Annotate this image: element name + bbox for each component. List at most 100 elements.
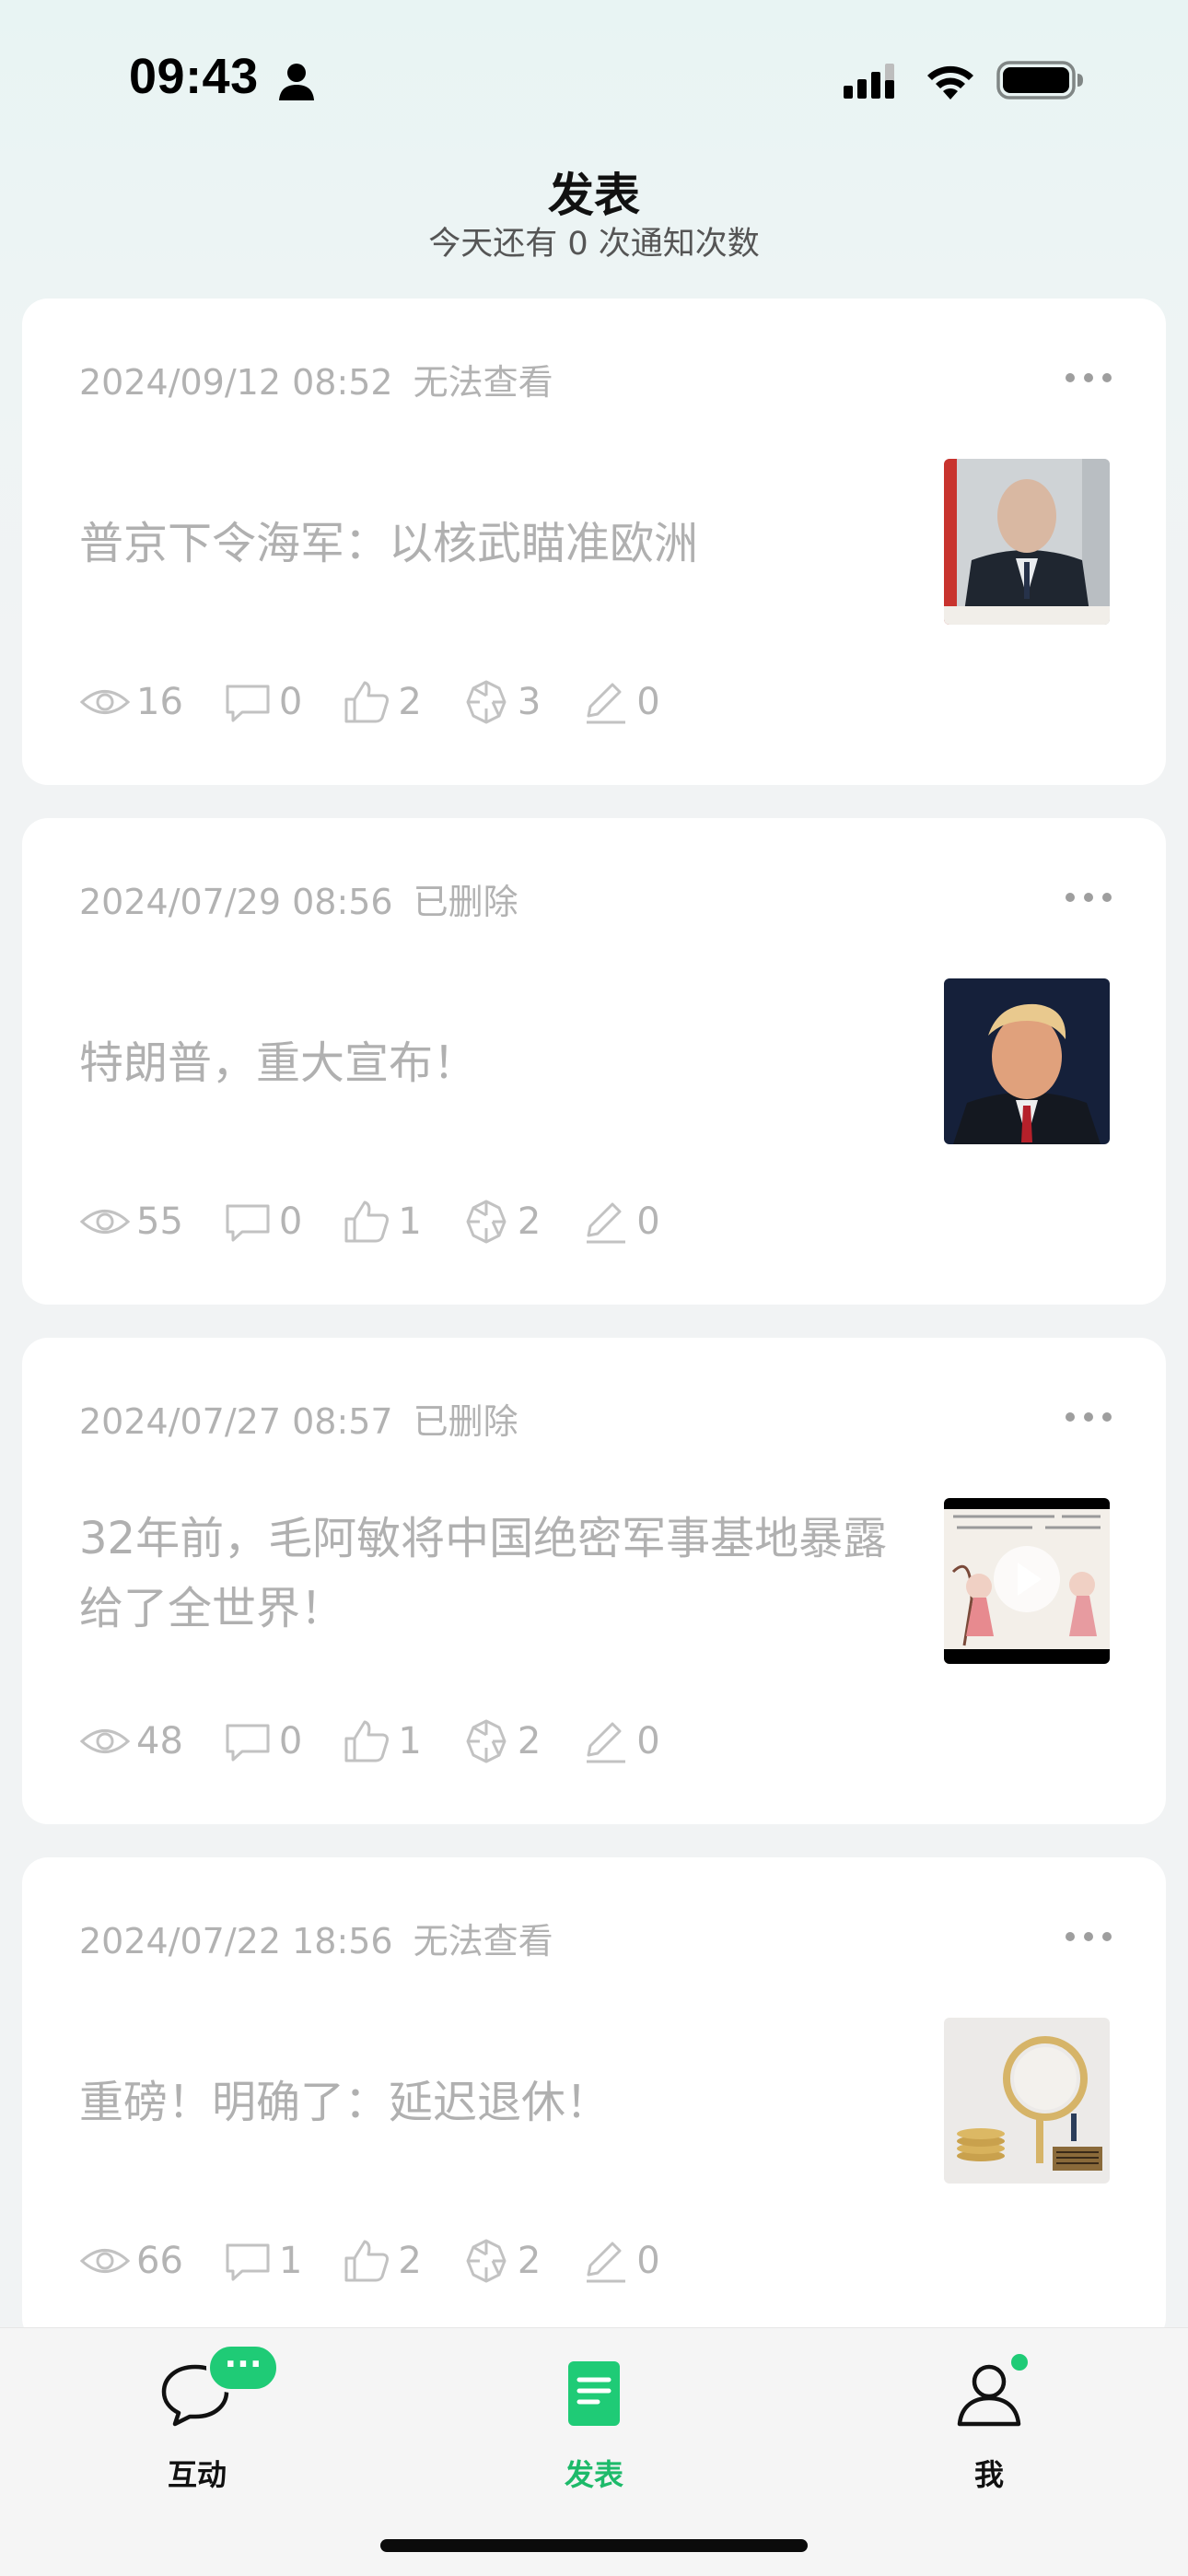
comments-stat: 0 bbox=[222, 679, 302, 725]
comment-icon bbox=[226, 1204, 270, 1242]
shares-count: 2 bbox=[517, 2240, 542, 2282]
shares-count: 2 bbox=[517, 1200, 542, 1243]
post-date: 2024/07/29 08:56 bbox=[79, 882, 393, 922]
edits-stat: 0 bbox=[579, 2238, 660, 2284]
post-title[interactable]: 特朗普，重大宣布！ bbox=[79, 1028, 890, 1098]
edits-count: 0 bbox=[636, 681, 660, 723]
post-list: 2024/09/12 08:52 无法查看 普京下令海军：以核武瞄准欧洲 16 0 bbox=[22, 299, 1166, 2377]
pencil-icon bbox=[587, 2242, 626, 2283]
post-card[interactable]: 2024/07/29 08:56 已删除 特朗普，重大宣布！ 55 0 1 2 … bbox=[22, 818, 1166, 1305]
eye-icon bbox=[79, 1729, 131, 1753]
user-profile-icon bbox=[957, 2364, 1021, 2427]
comments-count: 0 bbox=[278, 1720, 303, 1762]
comments-stat: 0 bbox=[222, 1199, 302, 1245]
post-status: 已删除 bbox=[413, 882, 518, 922]
likes-count: 1 bbox=[398, 1720, 422, 1762]
tab-publish-label: 发表 bbox=[564, 2457, 623, 2492]
eye-icon bbox=[79, 690, 131, 714]
tab-interact[interactable]: ··· 互动 bbox=[59, 2328, 335, 2492]
page-title: 发表 bbox=[548, 169, 640, 222]
edits-stat: 0 bbox=[579, 1199, 660, 1245]
tab-interact-label: 互动 bbox=[167, 2457, 227, 2492]
share-icon bbox=[466, 1719, 507, 1763]
thumbs-up-icon bbox=[344, 681, 390, 723]
me-notification-dot bbox=[1007, 2350, 1031, 2374]
thumbs-up-icon bbox=[344, 2240, 390, 2282]
post-status: 已删除 bbox=[413, 1401, 518, 1442]
edits-count: 0 bbox=[636, 2240, 660, 2282]
shares-stat: 3 bbox=[460, 679, 541, 725]
more-options-icon[interactable] bbox=[1063, 1410, 1114, 1424]
likes-count: 1 bbox=[398, 1200, 422, 1243]
likes-stat: 1 bbox=[341, 1718, 422, 1764]
more-options-icon[interactable] bbox=[1063, 890, 1114, 905]
post-stats: 66 1 2 2 0 bbox=[79, 2233, 699, 2289]
share-icon bbox=[466, 2239, 507, 2283]
post-date: 2024/07/22 18:56 bbox=[79, 1921, 393, 1961]
interact-badge: ··· bbox=[206, 2343, 280, 2393]
person-icon bbox=[279, 64, 314, 100]
likes-count: 2 bbox=[398, 2240, 422, 2282]
views-count: 16 bbox=[136, 681, 183, 723]
post-card[interactable]: 2024/09/12 08:52 无法查看 普京下令海军：以核武瞄准欧洲 16 0 bbox=[22, 299, 1166, 785]
post-title[interactable]: 普京下令海军：以核武瞄准欧洲 bbox=[79, 509, 890, 579]
edits-stat: 0 bbox=[579, 679, 660, 725]
video-thumbnail[interactable] bbox=[944, 1498, 1110, 1664]
shares-stat: 2 bbox=[460, 1199, 541, 1245]
comments-count: 0 bbox=[278, 1200, 303, 1243]
post-status: 无法查看 bbox=[413, 1921, 553, 1961]
photo-thumbnail[interactable] bbox=[944, 978, 1110, 1144]
post-meta: 2024/07/29 08:56 已删除 bbox=[79, 873, 518, 924]
thumbs-up-icon bbox=[344, 1720, 390, 1762]
post-stats: 55 0 1 2 0 bbox=[79, 1194, 699, 1249]
likes-stat: 1 bbox=[341, 1199, 422, 1245]
views-count: 55 bbox=[136, 1200, 183, 1243]
status-time: 09:43 bbox=[129, 49, 259, 104]
comment-icon bbox=[226, 2243, 270, 2281]
post-card[interactable]: 2024/07/22 18:56 无法查看 重磅！明确了：延迟退休！ 66 1 … bbox=[22, 1857, 1166, 2344]
comments-count: 1 bbox=[278, 2240, 303, 2282]
shares-stat: 2 bbox=[460, 1718, 541, 1764]
shares-count: 2 bbox=[517, 1720, 542, 1762]
post-status: 无法查看 bbox=[413, 362, 553, 403]
status-bar: 09:43 bbox=[0, 0, 1188, 157]
pencil-icon bbox=[587, 683, 626, 724]
post-card[interactable]: 2024/07/27 08:57 已删除 32年前，毛阿敏将中国绝密军事基地暴露给… bbox=[22, 1338, 1166, 1824]
shares-count: 3 bbox=[517, 681, 542, 723]
likes-stat: 2 bbox=[341, 2238, 422, 2284]
more-options-icon[interactable] bbox=[1063, 1929, 1114, 1944]
comments-stat: 1 bbox=[222, 2238, 302, 2284]
edits-count: 0 bbox=[636, 1720, 660, 1762]
thumbs-up-icon bbox=[344, 1200, 390, 1243]
views-count: 66 bbox=[136, 2240, 183, 2282]
pencil-icon bbox=[587, 1202, 626, 1244]
cellular-signal-icon bbox=[844, 64, 894, 99]
post-stats: 48 0 1 2 0 bbox=[79, 1714, 699, 1769]
photo-thumbnail[interactable] bbox=[944, 2018, 1110, 2184]
notification-quota-text: 今天还有 0 次通知次数 bbox=[428, 226, 760, 263]
likes-count: 2 bbox=[398, 681, 422, 723]
comment-icon bbox=[226, 1724, 270, 1762]
likes-stat: 2 bbox=[341, 679, 422, 725]
photo-thumbnail[interactable] bbox=[944, 459, 1110, 625]
post-date: 2024/09/12 08:52 bbox=[79, 362, 393, 403]
post-title[interactable]: 32年前，毛阿敏将中国绝密军事基地暴露给了全世界！ bbox=[79, 1504, 890, 1644]
eye-icon bbox=[79, 2249, 131, 2273]
views-count: 48 bbox=[136, 1720, 183, 1762]
post-stats: 16 0 2 3 0 bbox=[79, 674, 699, 730]
views-stat: 16 bbox=[79, 679, 183, 725]
views-stat: 55 bbox=[79, 1199, 183, 1245]
post-title[interactable]: 重磅！明确了：延迟退休！ bbox=[79, 2067, 890, 2137]
edits-stat: 0 bbox=[579, 1718, 660, 1764]
tab-publish[interactable]: 发表 bbox=[456, 2328, 732, 2492]
tab-me[interactable]: 我 bbox=[851, 2328, 1127, 2492]
battery-icon bbox=[996, 61, 1083, 100]
post-date: 2024/07/27 08:57 bbox=[79, 1401, 393, 1442]
post-meta: 2024/07/27 08:57 已删除 bbox=[79, 1393, 518, 1444]
more-options-icon[interactable] bbox=[1063, 370, 1114, 385]
home-indicator[interactable] bbox=[380, 2539, 808, 2552]
shares-stat: 2 bbox=[460, 2238, 541, 2284]
edits-count: 0 bbox=[636, 1200, 660, 1243]
eye-icon bbox=[79, 1210, 131, 1234]
document-icon bbox=[568, 2361, 620, 2426]
